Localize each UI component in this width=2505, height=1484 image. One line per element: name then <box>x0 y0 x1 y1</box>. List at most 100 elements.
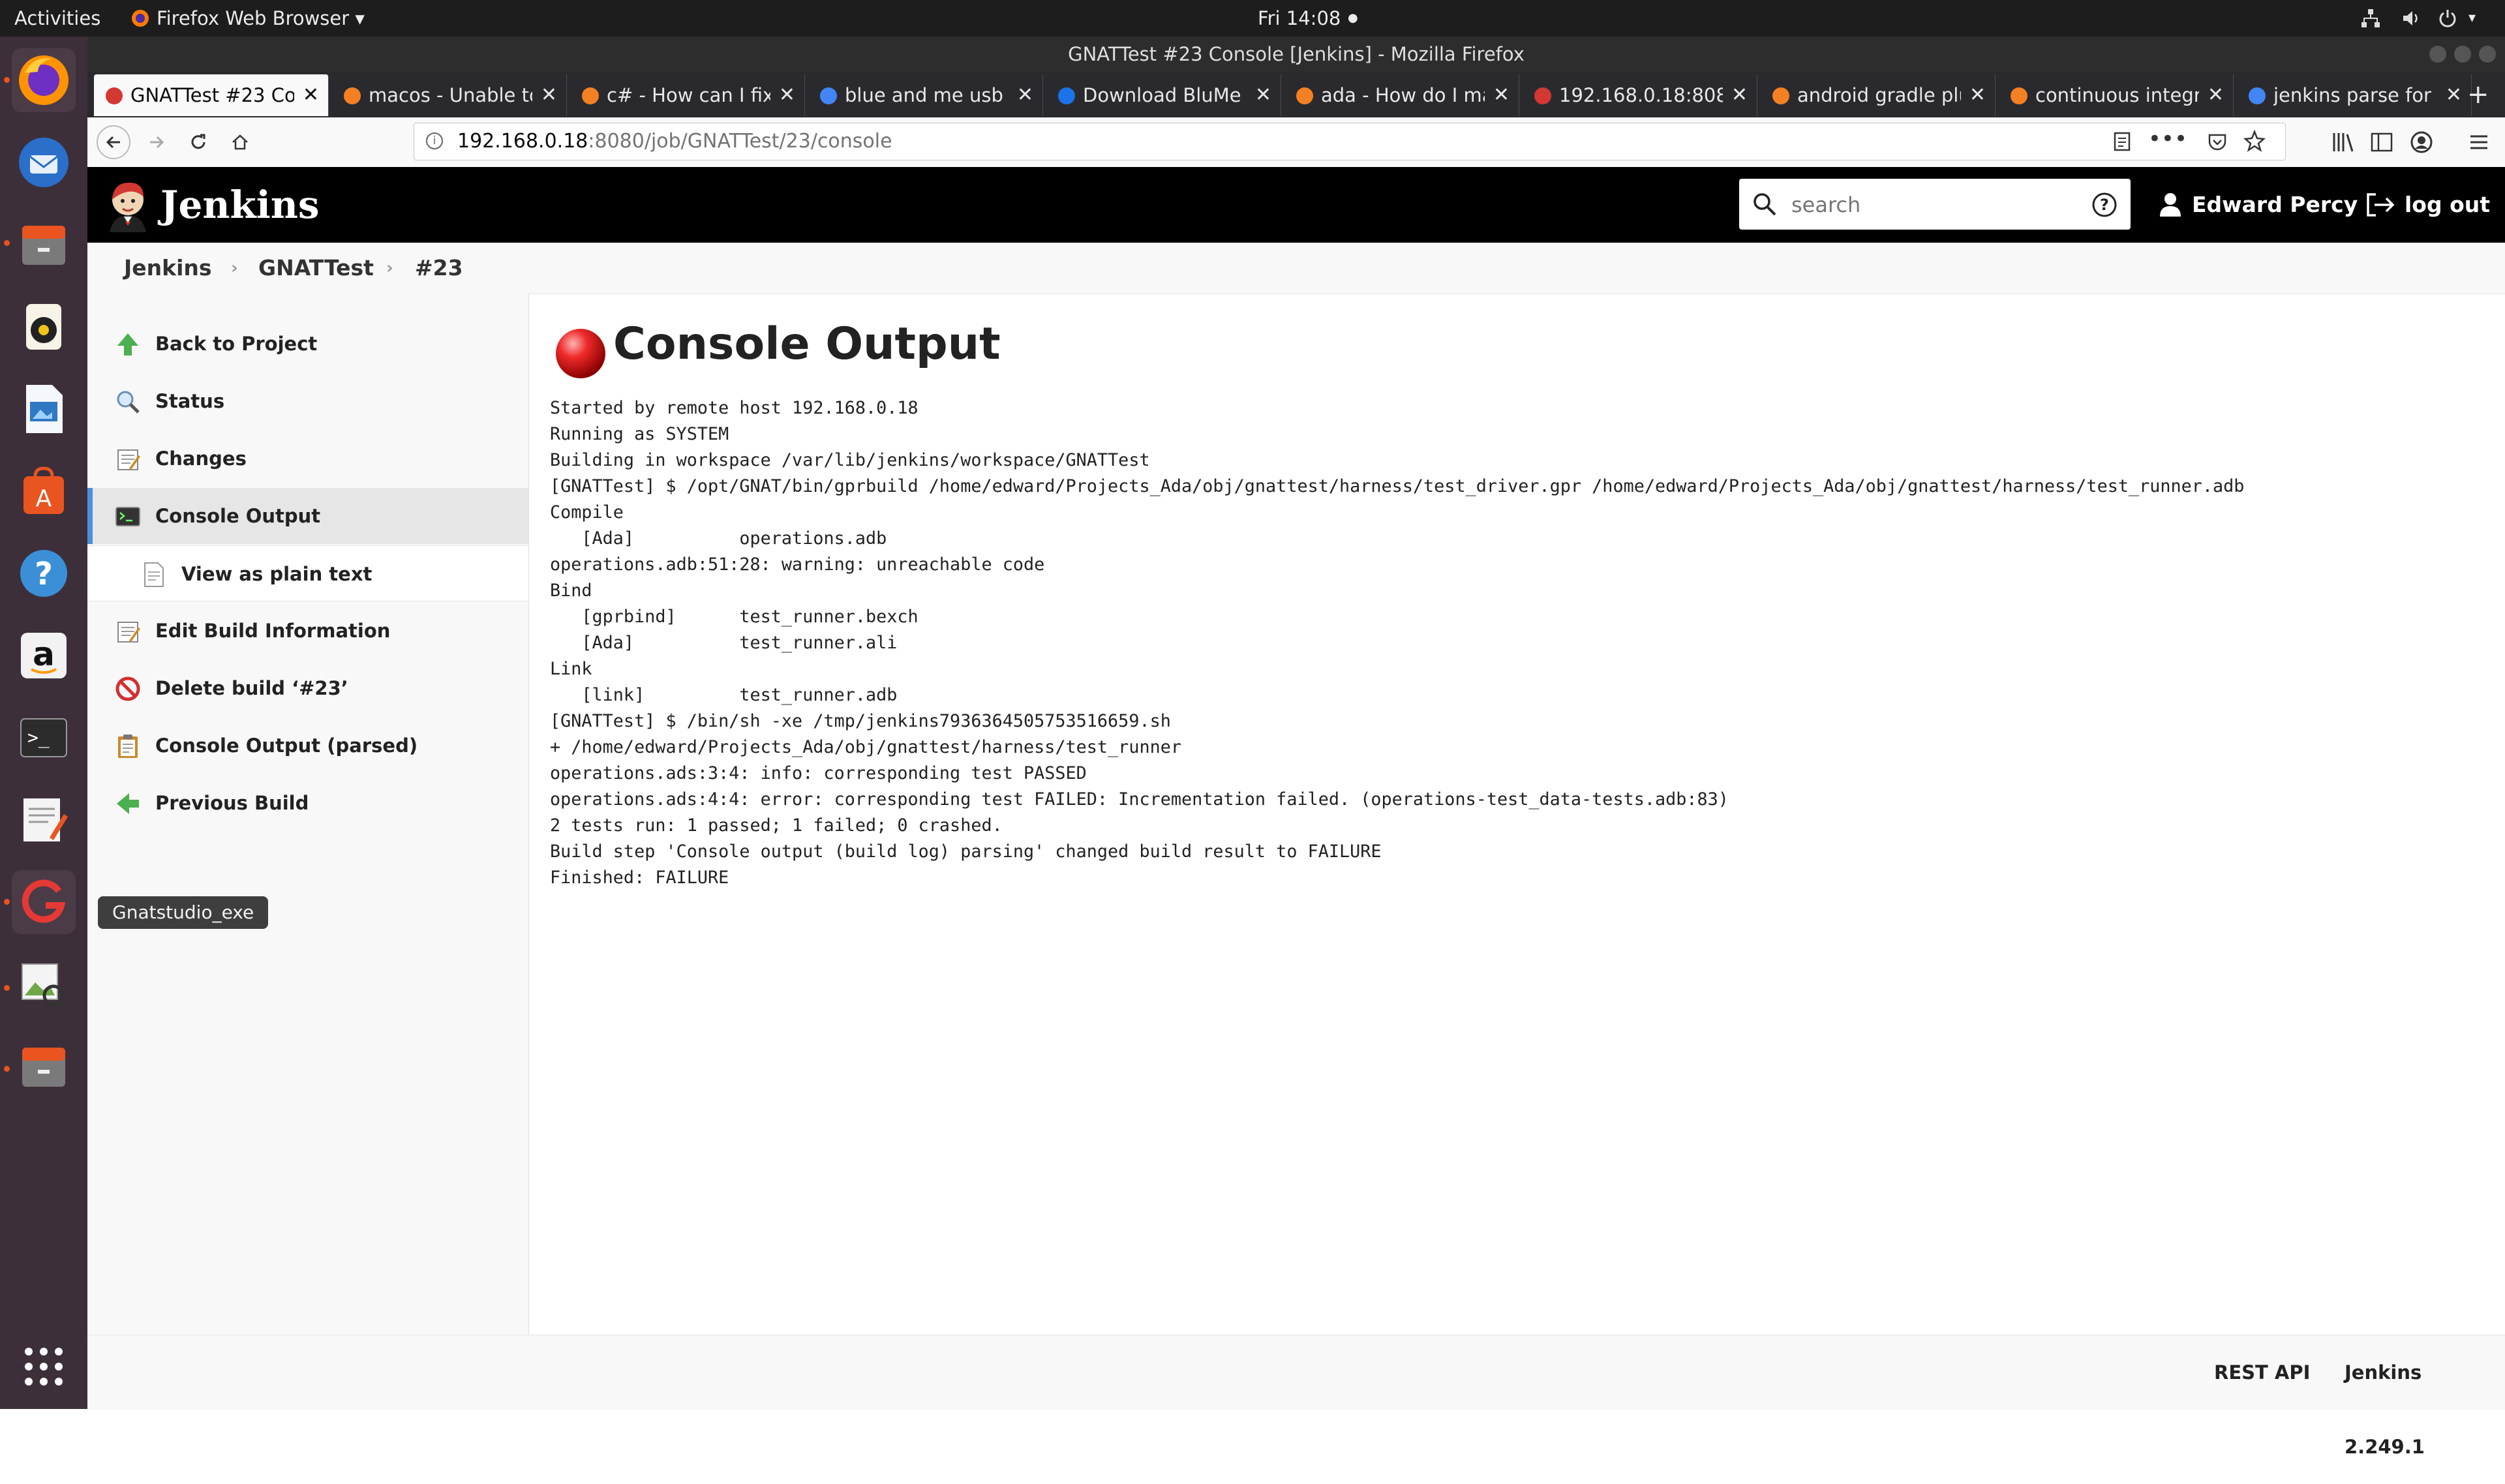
tab-1[interactable]: macos - Unable to ✕ <box>332 74 567 116</box>
sidebar-item-delete-build[interactable]: Delete build ‘#23’ <box>87 660 528 716</box>
window-titlebar: GNATTest #23 Console [Jenkins] - Mozilla… <box>87 37 2505 72</box>
console-line: [link] test_runner.adb <box>550 685 898 705</box>
tab-close-icon[interactable]: ✕ <box>2446 74 2462 116</box>
running-indicator <box>4 899 10 905</box>
reader-view-icon[interactable] <box>2113 131 2131 155</box>
dock-thunderbird-icon[interactable] <box>12 130 76 194</box>
bookmark-star-icon[interactable] <box>2243 129 2266 155</box>
breadcrumb-gnattest[interactable]: GNATTest <box>258 243 374 294</box>
sidebar-item-label: Changes <box>155 447 247 470</box>
console-line: [GNATTest] $ /bin/sh -xe /tmp/jenkins793… <box>550 711 1171 731</box>
dock-rhythmbox-icon[interactable] <box>12 295 76 359</box>
sidebar-item-previous-build[interactable]: Previous Build <box>87 775 528 831</box>
tab-favicon-icon <box>582 87 599 104</box>
minimize-button[interactable] <box>2429 46 2446 63</box>
clock[interactable]: Fri 14:08 <box>1258 0 1341 37</box>
network-icon[interactable] <box>2360 0 2381 37</box>
new-tab-button[interactable]: + <box>2467 72 2489 117</box>
tab-close-icon[interactable]: ✕ <box>1493 74 1510 116</box>
sidebar-item-console-output-parsed[interactable]: Console Output (parsed) <box>87 718 528 774</box>
dock-terminal-icon[interactable]: >_ <box>12 706 76 770</box>
account-icon[interactable] <box>2410 130 2433 157</box>
running-indicator <box>4 77 10 83</box>
tab-8[interactable]: continuous integra ✕ <box>1999 74 2234 116</box>
power-icon[interactable] <box>2437 0 2458 37</box>
dock-files-icon[interactable] <box>12 213 76 277</box>
breadcrumb-separator-icon: › <box>386 258 393 278</box>
user-link[interactable]: Edward Percy <box>2192 167 2358 243</box>
jenkins-title[interactable]: Jenkins <box>160 167 320 243</box>
logout-icon <box>2365 192 2395 220</box>
tab-7[interactable]: android gradle plu ✕ <box>1761 74 1996 116</box>
dock-gnatstudio-icon[interactable] <box>12 870 76 934</box>
tab-0[interactable]: GNATTest #23 Console [Jenkins] ✕ <box>94 74 329 116</box>
sidebar-item-console-output[interactable]: Console Output <box>87 488 528 544</box>
search-input[interactable] <box>1790 188 2054 222</box>
home-button[interactable] <box>223 125 257 159</box>
breadcrumb-jenkins[interactable]: Jenkins <box>124 243 212 294</box>
url-bar[interactable]: i 192.168.0.18:8080/job/GNATTest/23/cons… <box>414 123 2286 160</box>
rest-api-link[interactable]: REST API <box>2214 1335 2310 1410</box>
dock-files-2-icon[interactable] <box>12 1035 76 1098</box>
dock-text-editor-icon[interactable] <box>12 788 76 852</box>
activities-button[interactable]: Activities <box>14 0 100 37</box>
hamburger-menu-icon[interactable] <box>2468 132 2489 155</box>
system-menu-chevron-icon[interactable]: ▾ <box>2468 0 2476 37</box>
tab-title: ada - How do I mal <box>1321 84 1485 106</box>
console-line: operations.ads:4:4: error: corresponding… <box>550 789 1729 810</box>
pocket-icon[interactable] <box>2207 131 2228 155</box>
sidebar-item-status[interactable]: Status <box>87 373 528 429</box>
terminal-icon <box>114 502 142 531</box>
sidebar-item-label: Console Output <box>155 505 321 527</box>
tab-5[interactable]: ada - How do I mal ✕ <box>1284 74 1519 116</box>
logout-link[interactable]: log out <box>2405 167 2490 243</box>
dock-software-icon[interactable]: A <box>12 459 76 523</box>
jenkins-version-link[interactable]: Jenkins 2.249.1 <box>2345 1335 2505 1484</box>
tab-close-icon[interactable]: ✕ <box>1731 74 1748 116</box>
dock-help-icon[interactable]: ? <box>12 541 76 605</box>
sidebar-item-back-to-project[interactable]: Back to Project <box>87 316 528 372</box>
tab-close-icon[interactable]: ✕ <box>541 74 557 116</box>
breadcrumb-build[interactable]: #23 <box>415 243 463 294</box>
tab-close-icon[interactable]: ✕ <box>779 74 795 116</box>
site-info-icon[interactable]: i <box>426 132 443 149</box>
tab-9[interactable]: jenkins parse for s ✕ <box>2237 74 2472 116</box>
tab-favicon-icon <box>2249 87 2266 104</box>
dock-amazon-icon[interactable]: a <box>12 624 76 688</box>
tab-close-icon[interactable]: ✕ <box>1969 74 1986 116</box>
library-icon[interactable] <box>2331 132 2355 155</box>
up-arrow-icon <box>114 330 142 359</box>
sidebar-item-label: Back to Project <box>155 333 318 355</box>
tab-3[interactable]: blue and me usb m ✕ <box>808 74 1043 116</box>
sidebar-item-edit-build-information[interactable]: Edit Build Information <box>87 603 528 659</box>
search-box: ? <box>1739 179 2131 230</box>
page-actions-icon[interactable]: ••• <box>2148 126 2187 152</box>
console-line: + /home/edward/Projects_Ada/obj/gnattest… <box>550 737 1181 757</box>
tab-close-icon[interactable]: ✕ <box>1017 74 1033 116</box>
tab-close-icon[interactable]: ✕ <box>2208 74 2224 116</box>
jenkins-butler-logo-icon[interactable] <box>103 180 153 235</box>
show-applications-icon[interactable] <box>12 1335 76 1399</box>
reload-button[interactable] <box>181 125 215 159</box>
dock-firefox-icon[interactable] <box>12 48 76 112</box>
dock-image-viewer-icon[interactable] <box>12 952 76 1016</box>
back-button[interactable] <box>97 125 130 159</box>
tab-6[interactable]: 192.168.0.18:8080 ✕ <box>1523 74 1757 116</box>
sidebar-item-changes[interactable]: Changes <box>87 431 528 487</box>
forward-button[interactable] <box>140 125 174 159</box>
tab-2[interactable]: c# - How can I fix ✕ <box>570 74 805 116</box>
tab-close-icon[interactable]: ✕ <box>303 74 319 116</box>
tab-close-icon[interactable]: ✕ <box>1255 74 1271 116</box>
maximize-button[interactable] <box>2454 46 2471 63</box>
app-menu[interactable]: Firefox Web Browser ▾ <box>157 0 365 37</box>
home-icon <box>232 134 248 150</box>
dock-impress-icon[interactable] <box>12 377 76 441</box>
tab-4[interactable]: Download BluMe ✕ <box>1046 74 1281 116</box>
volume-icon[interactable] <box>2401 0 2422 37</box>
jenkins-header: Jenkins ? Edward Percy log out <box>87 167 2505 243</box>
search-help-icon[interactable]: ? <box>2091 192 2118 220</box>
close-window-button[interactable] <box>2479 46 2496 63</box>
sidebar-toggle-icon[interactable] <box>2371 132 2393 155</box>
sidebar-item-view-plain-text[interactable]: View as plain text <box>87 545 528 601</box>
console-output-text: Started by remote host 192.168.0.18 Runn… <box>550 395 2244 891</box>
